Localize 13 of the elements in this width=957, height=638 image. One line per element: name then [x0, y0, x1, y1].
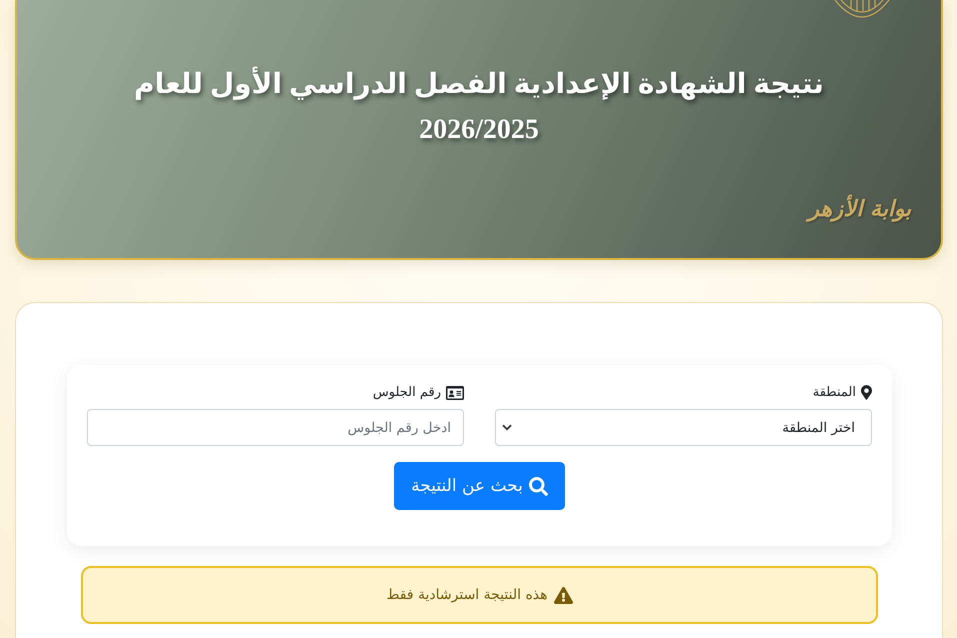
seat-number-field[interactable]: ادخل رقم الجلوس [87, 409, 464, 446]
warning-icon [554, 586, 573, 604]
chevron-down-icon [502, 424, 512, 431]
alert-text: هذه النتيجة استرشادية فقط [386, 587, 548, 603]
search-icon [528, 476, 548, 496]
map-pin-icon [861, 385, 872, 400]
page-title: نتيجة الشهادة الإعدادية الفصل الدراسي الأول للعام 2026/2025 [114, 62, 844, 152]
field-label: المنطقة [812, 385, 856, 400]
id-card-icon [446, 386, 464, 400]
field-label: رقم الجلوس [372, 385, 441, 400]
search-button[interactable]: بحث عن النتيجة [394, 462, 565, 510]
logo-text: بوابة الأزهر [808, 196, 911, 222]
region-select[interactable]: اختر المنطقة [495, 409, 872, 446]
